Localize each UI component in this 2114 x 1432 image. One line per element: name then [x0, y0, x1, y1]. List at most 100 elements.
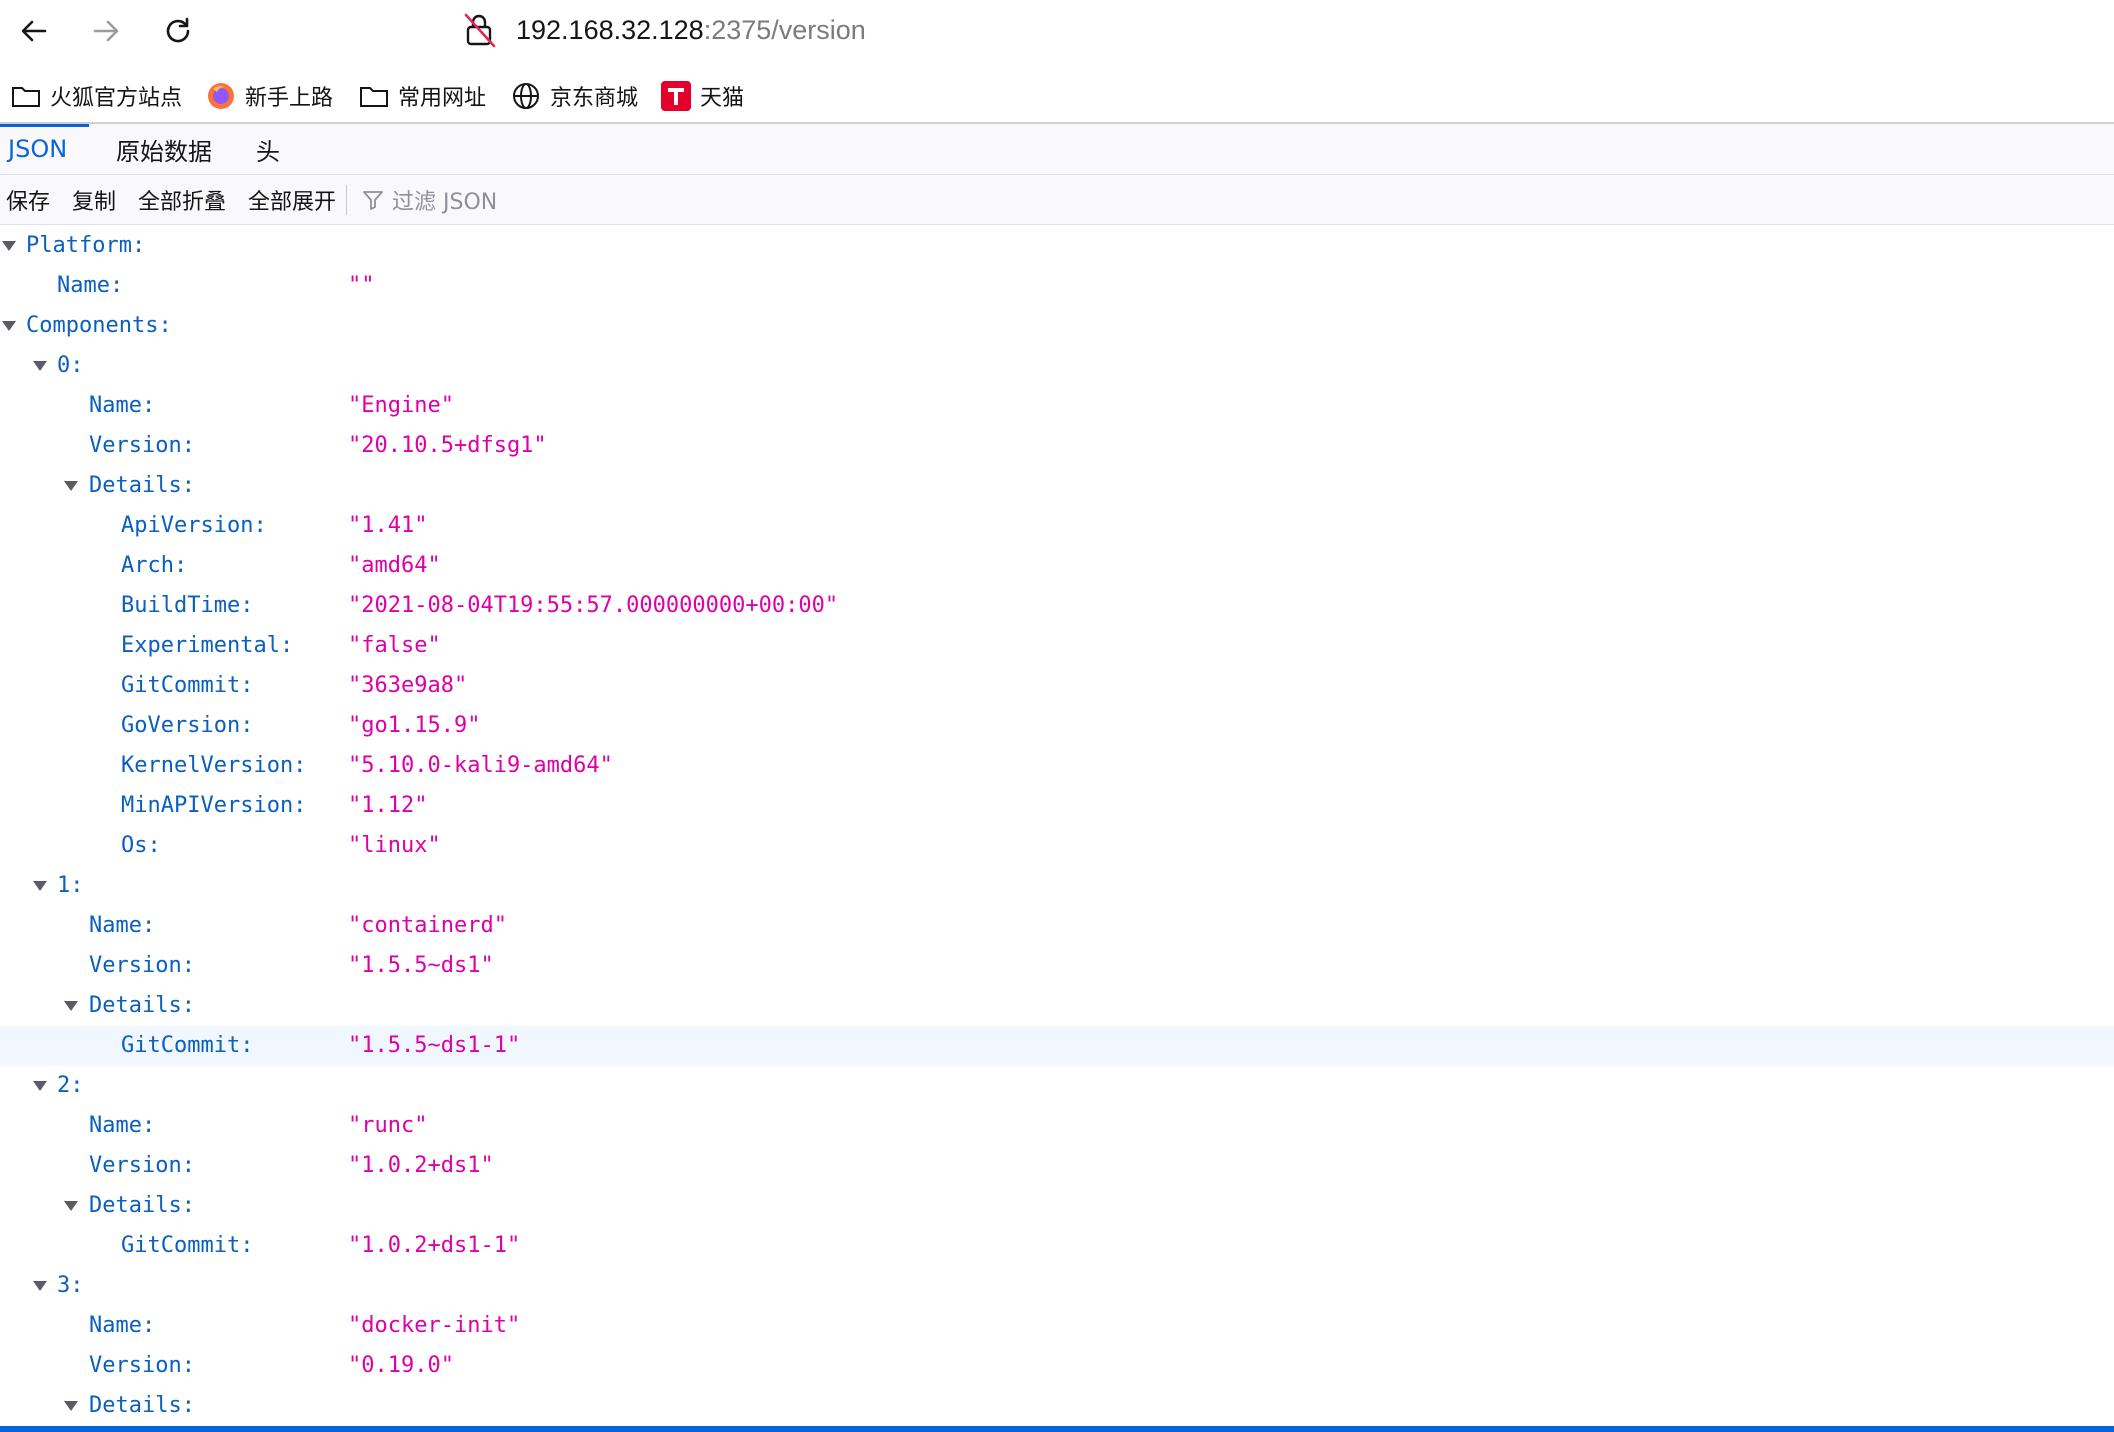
- bookmark-firefox-official[interactable]: 火狐官方站点: [10, 77, 182, 115]
- expand-all-button[interactable]: 全部展开: [248, 175, 336, 224]
- json-row[interactable]: 3:: [0, 1266, 2114, 1306]
- bookmark-label: 常用网址: [398, 86, 487, 111]
- json-key: 1:: [57, 873, 84, 898]
- json-key: 0:: [57, 353, 84, 378]
- bookmark-getting-started[interactable]: 新手上路: [205, 77, 333, 115]
- filter-placeholder: 过滤 JSON: [392, 189, 498, 215]
- json-row[interactable]: Version: "1.5.5~ds1": [0, 946, 2114, 986]
- json-value: "1.5.5~ds1-1": [348, 1033, 521, 1058]
- url-path: :2375/version: [703, 15, 866, 45]
- json-value: "5.10.0-kali9-amd64": [348, 753, 613, 778]
- tab-headers[interactable]: 头: [256, 124, 280, 174]
- json-key: Version:: [89, 1153, 195, 1178]
- json-row[interactable]: Platform:: [0, 226, 2114, 266]
- json-value: "containerd": [348, 913, 507, 938]
- json-row[interactable]: MinAPIVersion: "1.12": [0, 786, 2114, 826]
- collapse-all-button[interactable]: 全部折叠: [138, 175, 226, 224]
- json-value: "": [348, 273, 375, 298]
- url-host: 192.168.32.128: [516, 15, 704, 45]
- expand-toggle-icon[interactable]: [64, 481, 78, 491]
- json-row[interactable]: Details:: [0, 1186, 2114, 1226]
- bookmark-tmall[interactable]: 天猫: [660, 77, 744, 115]
- json-row[interactable]: Details:: [0, 986, 2114, 1026]
- expand-toggle-icon[interactable]: [2, 241, 16, 251]
- json-row[interactable]: Arch: "amd64": [0, 546, 2114, 586]
- bookmark-common-sites[interactable]: 常用网址: [358, 77, 486, 115]
- json-row[interactable]: GoVersion: "go1.15.9": [0, 706, 2114, 746]
- json-value: "1.5.5~ds1": [348, 953, 494, 978]
- bookmark-label: 火狐官方站点: [50, 86, 183, 111]
- folder-icon: [358, 80, 390, 112]
- json-value: "Engine": [348, 393, 454, 418]
- back-button[interactable]: [11, 8, 57, 54]
- expand-toggle-icon[interactable]: [33, 881, 47, 891]
- expand-toggle-icon[interactable]: [33, 361, 47, 371]
- url-bar[interactable]: 192.168.32.128:2375/version: [516, 10, 866, 50]
- json-row[interactable]: GitCommit: "363e9a8": [0, 666, 2114, 706]
- copy-button[interactable]: 复制: [72, 175, 116, 224]
- json-row[interactable]: Name: "Engine": [0, 386, 2114, 426]
- json-row[interactable]: 2:: [0, 1066, 2114, 1106]
- expand-toggle-icon[interactable]: [64, 1001, 78, 1011]
- tab-raw-data[interactable]: 原始数据: [116, 124, 212, 174]
- json-row[interactable]: Experimental: "false": [0, 626, 2114, 666]
- json-row[interactable]: Name: "docker-init": [0, 1306, 2114, 1346]
- firefox-icon: [205, 80, 237, 112]
- json-row[interactable]: Version: "20.10.5+dfsg1": [0, 426, 2114, 466]
- json-key: GitCommit:: [121, 1033, 254, 1058]
- json-value: "1.41": [348, 513, 428, 538]
- json-row[interactable]: Details:: [0, 466, 2114, 506]
- bookmark-label: 天猫: [700, 86, 745, 111]
- expand-toggle-icon[interactable]: [64, 1201, 78, 1211]
- toolbar-divider: [346, 185, 347, 215]
- expand-toggle-icon[interactable]: [2, 321, 16, 331]
- globe-icon: [510, 80, 542, 112]
- json-row[interactable]: BuildTime: "2021-08-04T19:55:57.000000000…: [0, 586, 2114, 626]
- json-row[interactable]: 0:: [0, 346, 2114, 386]
- json-row[interactable]: 1:: [0, 866, 2114, 906]
- json-key: GoVersion:: [121, 713, 254, 738]
- json-value: "363e9a8": [348, 673, 468, 698]
- json-key: Name:: [89, 1113, 156, 1138]
- filter-json-input[interactable]: 过滤 JSON: [362, 175, 497, 224]
- json-row[interactable]: GitCommit: "1.5.5~ds1-1": [0, 1026, 2114, 1066]
- json-key: ApiVersion:: [121, 513, 267, 538]
- json-row[interactable]: Details:: [0, 1386, 2114, 1426]
- bookmark-jd[interactable]: 京东商城: [510, 77, 638, 115]
- json-value: "20.10.5+dfsg1": [348, 433, 547, 458]
- json-key: Os:: [121, 833, 161, 858]
- json-row[interactable]: Version: "1.0.2+ds1": [0, 1146, 2114, 1186]
- reload-icon: [166, 17, 190, 43]
- json-key: Components:: [26, 313, 172, 338]
- json-key: 3:: [57, 1273, 84, 1298]
- json-key: BuildTime:: [121, 593, 254, 618]
- json-row[interactable]: GitCommit: "1.0.2+ds1-1": [0, 1226, 2114, 1266]
- json-key: Platform:: [26, 233, 146, 258]
- json-key: Experimental:: [121, 633, 294, 658]
- expand-toggle-icon[interactable]: [33, 1281, 47, 1291]
- json-key: Details:: [89, 1393, 195, 1418]
- json-row[interactable]: KernelVersion: "5.10.0-kali9-amd64": [0, 746, 2114, 786]
- expand-toggle-icon[interactable]: [64, 1401, 78, 1411]
- json-row[interactable]: ApiVersion: "1.41": [0, 506, 2114, 546]
- forward-button[interactable]: [83, 8, 129, 54]
- insecure-lock-icon: [464, 13, 496, 48]
- json-row[interactable]: Name: "runc": [0, 1106, 2114, 1146]
- expand-toggle-icon[interactable]: [33, 1081, 47, 1091]
- json-row[interactable]: Components:: [0, 306, 2114, 346]
- json-key: Version:: [89, 433, 195, 458]
- json-row[interactable]: Name: "containerd": [0, 906, 2114, 946]
- reload-button[interactable]: [155, 8, 201, 54]
- bookmarks-toolbar: 火狐官方站点 新手上路 常用网址 京东商城 天猫: [0, 72, 2114, 124]
- bookmark-label: 京东商城: [550, 86, 639, 111]
- tab-json[interactable]: JSON: [0, 124, 90, 174]
- json-row[interactable]: Os: "linux": [0, 826, 2114, 866]
- json-row[interactable]: Name: "": [0, 266, 2114, 306]
- save-button[interactable]: 保存: [6, 175, 50, 224]
- navigation-bar: 192.168.32.128:2375/version: [0, 0, 2114, 62]
- json-row[interactable]: Version: "0.19.0": [0, 1346, 2114, 1386]
- json-key: Name:: [89, 393, 156, 418]
- json-key: Details:: [89, 993, 195, 1018]
- site-security-button[interactable]: [462, 11, 498, 49]
- folder-icon: [10, 80, 42, 112]
